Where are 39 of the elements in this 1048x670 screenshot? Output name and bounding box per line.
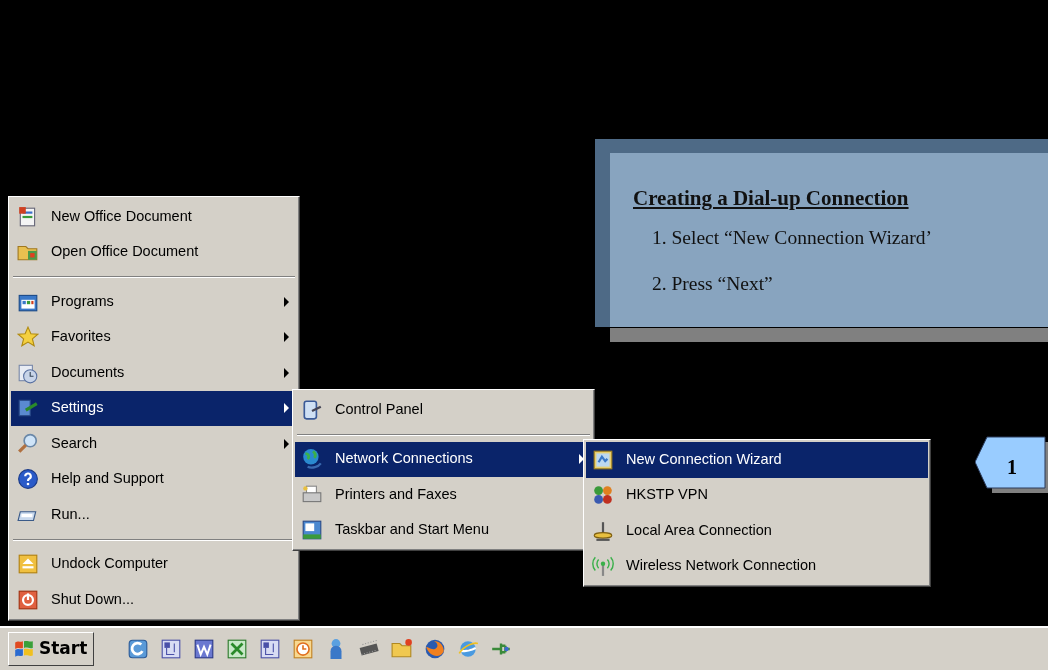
menu-item[interactable]: Help and Support xyxy=(11,461,297,497)
menu-item[interactable]: Documents xyxy=(11,355,297,391)
taskbar-icon xyxy=(301,519,323,542)
menu-item[interactable]: New Office Document xyxy=(11,199,297,235)
clover-icon xyxy=(592,484,614,507)
diagram-icon[interactable] xyxy=(160,638,183,660)
instruction-step: 2. Press “Next” xyxy=(652,269,773,299)
step-number: 1 xyxy=(1007,455,1017,480)
globe-icon xyxy=(301,448,323,471)
menu-item[interactable]: Favorites xyxy=(11,319,297,355)
menu-item[interactable]: New Connection Wizard xyxy=(586,442,928,478)
wizard-icon xyxy=(592,448,614,471)
menu-item[interactable]: Run... xyxy=(11,497,297,533)
diagram-icon[interactable] xyxy=(259,638,282,660)
instruction-step: 1. Select “New Connection Wizard’ xyxy=(652,223,932,253)
spreadsheet-icon[interactable] xyxy=(226,638,249,660)
menu-item[interactable]: Shut Down... xyxy=(11,582,297,618)
menu-item[interactable]: Control Panel xyxy=(295,392,592,428)
search-icon xyxy=(17,432,39,455)
power-icon xyxy=(17,588,39,611)
menu-item[interactable]: Open Office Document xyxy=(11,234,297,270)
document-editor-icon[interactable] xyxy=(193,638,216,660)
refresh-app-icon[interactable] xyxy=(127,638,150,660)
help-icon xyxy=(17,468,39,491)
clock-icon[interactable] xyxy=(292,638,315,660)
menu-item[interactable]: Programs xyxy=(11,284,297,320)
globe-icon[interactable] xyxy=(457,638,480,660)
windows-flag-icon xyxy=(13,638,35,660)
eject-icon xyxy=(17,553,39,576)
menu-item[interactable]: Wireless Network Connection xyxy=(586,548,928,584)
callout-title: Creating a Dial-up Connection xyxy=(633,185,909,212)
control-panel-icon xyxy=(301,398,323,421)
wireless-icon xyxy=(592,555,614,578)
star-icon xyxy=(17,326,39,349)
browser-icon[interactable] xyxy=(424,638,447,660)
start-button[interactable]: Start xyxy=(8,632,95,666)
network-icon xyxy=(592,519,614,542)
folder-icon[interactable] xyxy=(391,638,414,660)
menu-item[interactable]: Undock Computer xyxy=(11,546,297,582)
